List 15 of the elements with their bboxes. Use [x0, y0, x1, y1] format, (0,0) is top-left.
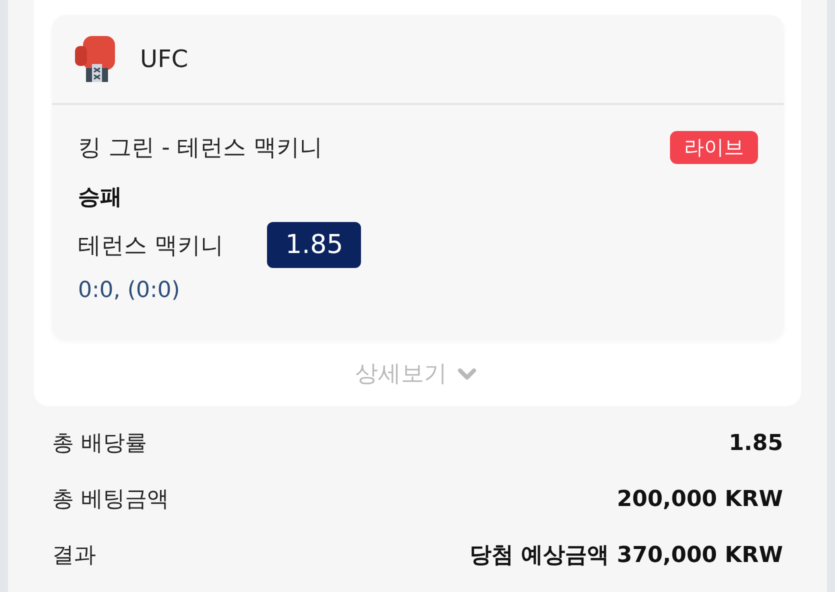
- summary-label: 총 배당률: [52, 430, 147, 458]
- boxing-glove-icon: [74, 34, 116, 84]
- league-name: UFC: [140, 45, 188, 73]
- summary-value: 당첨 예상금액 370,000 KRW: [470, 542, 783, 570]
- live-badge: 라이브: [670, 131, 758, 164]
- market-name: 승패: [78, 184, 123, 212]
- match-title: 킹 그린 - 테런스 맥키니: [78, 134, 323, 163]
- odds-badge: 1.85: [267, 222, 362, 268]
- pick-name: 테런스 맥키니: [78, 232, 224, 260]
- score-text: 0:0, (0:0): [78, 278, 181, 303]
- summary-value: 1.85: [728, 430, 783, 456]
- summary-value: 200,000 KRW: [616, 486, 783, 512]
- summary-label: 결과: [52, 542, 96, 570]
- summary-label: 총 베팅금액: [52, 486, 169, 514]
- details-toggle[interactable]: 상세보기: [355, 358, 481, 389]
